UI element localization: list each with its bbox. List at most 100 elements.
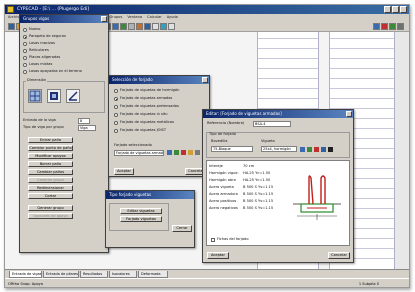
radio-label: Parapeto de seguros xyxy=(29,34,66,38)
prop-value: B 500 S Ys=1.15 xyxy=(243,206,274,210)
new-icon[interactable] xyxy=(8,23,15,30)
main-title-bar: CYPECAD - [E:\ ... (Plugergo Edi] xyxy=(5,5,409,14)
radio-option[interactable] xyxy=(23,70,27,74)
spacing-input[interactable]: 8 xyxy=(78,118,90,124)
vertical-scrollbar[interactable] xyxy=(395,32,409,269)
bovedilla-select[interactable]: 75-Bloque xyxy=(211,146,253,152)
radio-option[interactable] xyxy=(114,129,118,133)
generar-grupo-button[interactable]: Generar grupo xyxy=(28,205,73,211)
type-label: Tipo de viga por grupo xyxy=(23,125,64,129)
application-window: CYPECAD - [E:\ ... (Plugergo Edi] Archiv… xyxy=(4,4,410,288)
cancelar-button[interactable]: Cancelar xyxy=(328,252,350,259)
aceptar-button[interactable]: Aceptar xyxy=(207,252,229,259)
aceptar-button[interactable]: Aceptar xyxy=(114,168,134,175)
folder-icon[interactable] xyxy=(188,150,193,155)
tool-icon[interactable] xyxy=(389,23,396,30)
radio-option[interactable] xyxy=(23,63,27,67)
cortar-button[interactable]: Cortar xyxy=(28,193,73,199)
radio-option[interactable] xyxy=(114,113,118,117)
vigueta-select[interactable]: 25x4, hormigón xyxy=(261,146,297,152)
modificar-apoyos-button[interactable]: Modificar apoyos xyxy=(28,153,73,159)
maximize-icon[interactable] xyxy=(392,6,399,13)
tool-icon[interactable] xyxy=(120,23,127,30)
editar-viguetas-button[interactable]: Editar viguetas xyxy=(120,208,162,214)
radio-label: Losas mixtas xyxy=(29,62,53,66)
tool-icon[interactable] xyxy=(373,23,380,30)
radio-option[interactable] xyxy=(114,97,118,101)
tool-icon[interactable] xyxy=(152,23,159,30)
checkbox[interactable] xyxy=(211,238,215,242)
radio-label: Losas macizas xyxy=(29,41,55,45)
tab-entrada-pilares[interactable]: Entrada de pilares xyxy=(43,271,79,278)
info-icon[interactable] xyxy=(328,147,333,152)
menu-item[interactable]: Grupos xyxy=(109,14,122,21)
radio-label: Nuevo xyxy=(29,27,41,31)
prop-value: HA-25 Yc=1.50 xyxy=(243,178,271,182)
zoom-out-icon[interactable] xyxy=(112,23,119,30)
copy-icon[interactable] xyxy=(195,150,200,155)
tool-icon[interactable] xyxy=(381,23,388,30)
tool-icon[interactable] xyxy=(168,23,175,30)
close-icon[interactable] xyxy=(400,6,407,13)
entrar-pano-button[interactable]: Entrar paño xyxy=(28,137,73,143)
edit-icon[interactable] xyxy=(300,147,305,152)
close-icon[interactable] xyxy=(346,111,352,117)
menu-item[interactable]: Ayuda xyxy=(167,14,178,21)
delete-icon[interactable] xyxy=(314,147,319,152)
tab-resultados[interactable]: Resultados xyxy=(80,271,108,278)
tab-isovalores[interactable]: Isovalores xyxy=(109,271,137,278)
dialog-title: Selección de forjado xyxy=(109,76,209,84)
delete-icon[interactable] xyxy=(181,150,186,155)
radio-label: Forjado de viguetas armadas xyxy=(120,96,173,100)
radio-option[interactable] xyxy=(23,42,27,46)
window-controls[interactable] xyxy=(384,6,407,13)
edit-icon[interactable] xyxy=(167,150,172,155)
tool-icon[interactable] xyxy=(160,23,167,30)
radio-option[interactable] xyxy=(23,56,27,60)
spacing-label: Entrada de la viga xyxy=(23,118,56,122)
radio-option[interactable] xyxy=(114,121,118,125)
new-icon[interactable] xyxy=(174,150,179,155)
cambiar-punto-button[interactable]: Cambiar punto de paño xyxy=(28,145,73,151)
radio-option[interactable] xyxy=(114,105,118,109)
close-icon[interactable] xyxy=(101,16,107,22)
angle-icon[interactable] xyxy=(66,89,80,103)
checkbox-label: Fichas del forjado xyxy=(217,237,249,241)
grid-icon[interactable] xyxy=(28,89,42,103)
menu-item[interactable]: Ventana xyxy=(127,14,142,21)
tab-entrada-vigas[interactable]: Entrada de vigas xyxy=(9,271,42,278)
copy-icon[interactable] xyxy=(321,147,326,152)
borrar-pano-button[interactable]: Borrar paño xyxy=(28,161,73,167)
radio-option[interactable] xyxy=(23,35,27,39)
panel-title: Grupos vigas xyxy=(20,15,108,23)
opciones-apoyo-button[interactable]: Opciones de apoyo xyxy=(28,213,73,219)
dialog-title: Tipo forjado viguetas xyxy=(106,191,194,199)
redimensionar-button[interactable]: Redimensionar xyxy=(28,185,73,191)
prop-label: Intereje xyxy=(209,164,223,168)
cambiar-grupo-button[interactable]: Cambiar grupo xyxy=(28,177,73,183)
dialog-seleccion-forjado: Selección de forjado Forjado de viguetas… xyxy=(108,75,210,177)
type-select[interactable]: Viga xyxy=(78,125,96,131)
cambiar-panos-button[interactable]: Cambiar paños xyxy=(28,169,73,175)
menu-item[interactable]: Calcular xyxy=(147,14,162,21)
close-icon[interactable] xyxy=(202,77,208,83)
status-left: ORtho Snap: Apoyo xyxy=(8,282,44,286)
forjado-select[interactable]: Forjado de viguetas armadas xyxy=(114,150,164,156)
tab-deformada[interactable]: Deformada xyxy=(138,271,168,278)
tool-icon[interactable] xyxy=(136,23,143,30)
radio-option[interactable] xyxy=(114,89,118,93)
radio-label: Losas apoyadas en el terreno xyxy=(29,69,82,73)
radio-option[interactable] xyxy=(23,49,27,53)
ref-input[interactable]: BSA-4 xyxy=(253,121,291,127)
tool-icon[interactable] xyxy=(397,23,404,30)
ref-label: Referencia (Nombre) xyxy=(207,121,245,125)
cerrar-button[interactable]: Cerrar xyxy=(172,225,192,232)
beam-icon[interactable] xyxy=(47,89,61,103)
tool-icon[interactable] xyxy=(144,23,151,30)
tool-icon[interactable] xyxy=(128,23,135,30)
minimize-icon[interactable] xyxy=(384,6,391,13)
new-icon[interactable] xyxy=(307,147,312,152)
radio-option[interactable] xyxy=(23,28,27,32)
vigueta-label: Vigueta xyxy=(261,139,275,143)
forjado-viguetas-button[interactable]: Forjado viguetas xyxy=(120,216,162,222)
